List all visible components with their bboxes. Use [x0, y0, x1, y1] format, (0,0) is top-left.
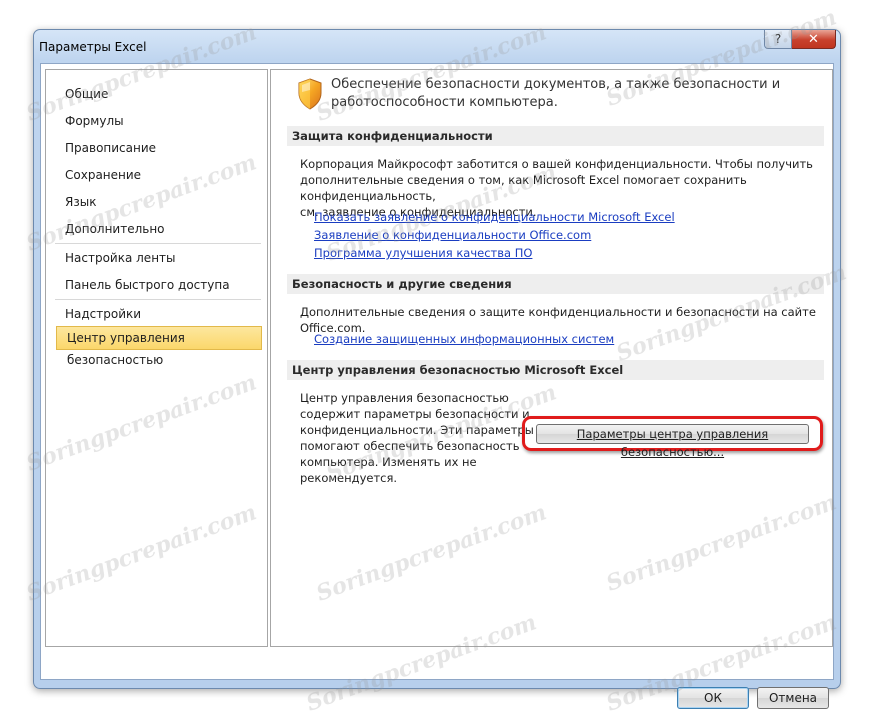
sidebar-item-save[interactable]: Сохранение: [55, 163, 261, 187]
security-section-heading: Безопасность и другие сведения: [287, 274, 824, 294]
close-icon: ✕: [808, 31, 819, 47]
ok-button[interactable]: ОК: [677, 687, 749, 709]
link-customer-experience-program[interactable]: Программа улучшения качества ПО: [314, 246, 532, 260]
sidebar-item-general[interactable]: Общие: [55, 82, 261, 106]
sidebar-item-proofing[interactable]: Правописание: [55, 136, 261, 160]
trust-center-settings-button[interactable]: Параметры центра управления безопасность…: [536, 424, 809, 459]
privacy-section-heading: Защита конфиденциальности: [287, 126, 824, 146]
sidebar-item-formulas[interactable]: Формулы: [55, 109, 261, 133]
trust-center-text-line: конфиденциальности. Эти параметры: [300, 423, 534, 437]
help-icon: ?: [774, 32, 782, 46]
sidebar-item-advanced[interactable]: Дополнительно: [55, 217, 261, 241]
sidebar-item-trust-center[interactable]: Центр управления безопасностью: [56, 326, 262, 367]
sidebar-item-quick-access[interactable]: Панель быстрого доступа: [55, 273, 261, 297]
close-button[interactable]: ✕: [792, 30, 836, 49]
trust-center-panel: Обеспечение безопасности документов, а т…: [270, 69, 833, 647]
sidebar-item-addins[interactable]: Надстройки: [55, 302, 261, 326]
sidebar-item-customize-ribbon[interactable]: Настройка ленты: [55, 246, 261, 270]
link-secure-systems[interactable]: Создание защищенных информационных систе…: [314, 332, 614, 346]
privacy-text-line: Корпорация Майкрософт заботится о вашей …: [300, 157, 813, 171]
trust-center-text-line: Центр управления безопасностью: [300, 391, 509, 405]
trust-center-settings-label: Параметры центра управления безопасность…: [576, 427, 769, 459]
dialog-client-area: Общие Формулы Правописание Сохранение Яз…: [40, 63, 834, 709]
shield-icon: [298, 78, 322, 110]
panel-description: Обеспечение безопасности документов, а т…: [331, 77, 781, 110]
cancel-button[interactable]: Отмена: [757, 687, 829, 709]
caption-buttons: ? ✕: [764, 30, 836, 49]
excel-options-dialog: Параметры Excel ? ✕ Общие Формулы Правоп…: [33, 29, 841, 709]
link-office-privacy-statement[interactable]: Заявление о конфиденциальности Office.co…: [314, 228, 591, 242]
trust-center-text-line: рекомендуется.: [300, 471, 398, 485]
trust-center-text: Центр управления безопасностью содержит …: [300, 390, 534, 486]
trust-center-text-line: компьютера. Изменять их не: [300, 455, 477, 469]
window-title: Параметры Excel: [39, 40, 147, 54]
link-show-privacy-statement[interactable]: Показать заявление о конфиденциальности …: [314, 210, 675, 224]
options-sidebar: Общие Формулы Правописание Сохранение Яз…: [45, 69, 268, 647]
trust-center-section-heading: Центр управления безопасностью Microsoft…: [287, 360, 824, 380]
help-button[interactable]: ?: [764, 30, 792, 49]
trust-center-text-line: помогают обеспечить безопасность: [300, 439, 520, 453]
sidebar-divider: [55, 299, 261, 300]
trust-center-text-line: содержит параметры безопасности и: [300, 407, 530, 421]
privacy-text-line: дополнительные сведения о том, как Micro…: [300, 173, 747, 203]
sidebar-divider: [55, 243, 261, 244]
sidebar-item-language[interactable]: Язык: [55, 190, 261, 214]
highlight-frame: Параметры центра управления безопасность…: [522, 416, 823, 459]
